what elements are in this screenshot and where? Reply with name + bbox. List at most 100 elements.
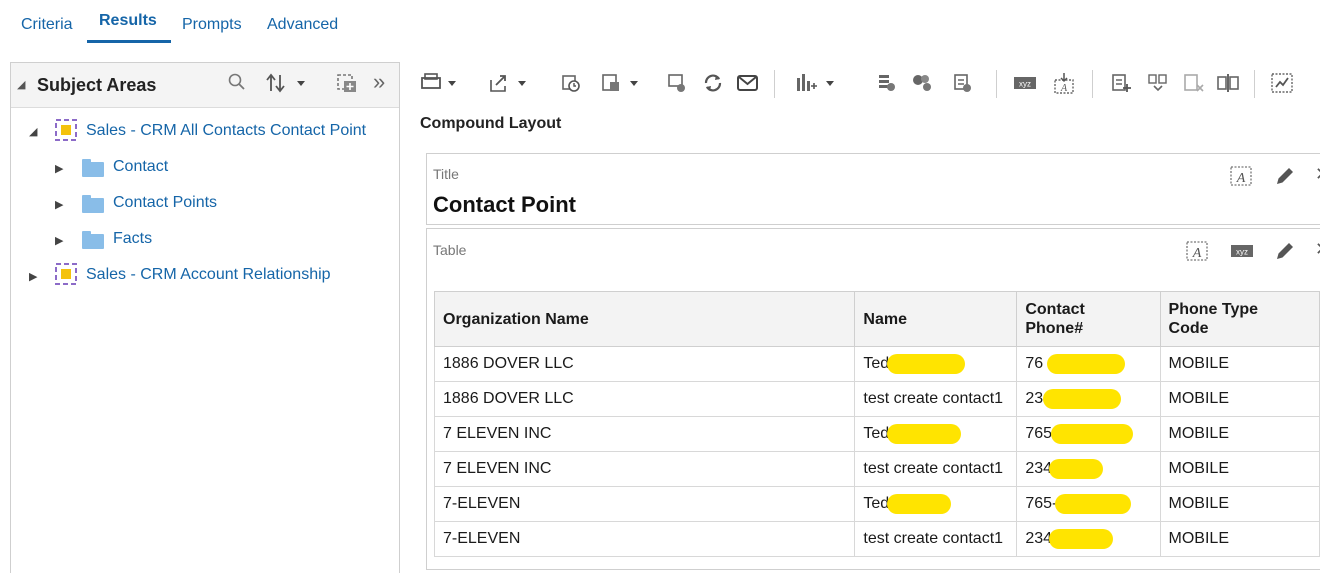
export-icon[interactable] — [488, 72, 530, 99]
redaction-mark — [1043, 389, 1122, 409]
column-header-phone-type-label: Phone Type Code — [1168, 301, 1259, 337]
redaction-mark — [1049, 459, 1104, 479]
table-cell: MOBILE — [1159, 451, 1320, 487]
expanded-triangle-icon[interactable]: ◢ — [29, 125, 37, 138]
xyz-icon[interactable]: xyz — [1012, 72, 1038, 99]
cell-text: 76 — [1025, 355, 1044, 372]
collapsed-triangle-icon[interactable]: ▶ — [55, 162, 63, 175]
expand-panel-icon[interactable]: » — [373, 69, 385, 95]
collapsed-triangle-icon[interactable]: ▶ — [55, 198, 63, 211]
redaction-mark — [887, 424, 962, 444]
schedule-icon[interactable] — [560, 72, 582, 99]
tab-criteria[interactable]: Criteria — [21, 16, 73, 34]
edit-pencil-icon[interactable] — [1273, 164, 1297, 193]
email-icon[interactable] — [736, 72, 760, 99]
cell-text: 234 — [1025, 530, 1053, 547]
split-column-icon[interactable] — [1216, 72, 1240, 99]
collapse-panel-icon[interactable]: ◢ — [17, 78, 25, 91]
table-row: 1886 DOVER LLC Ted 76 MOBILE — [433, 346, 1320, 382]
column-header-phone-type-code[interactable]: Phone Type Code — [1159, 291, 1320, 347]
folder-icon — [82, 231, 104, 249]
refresh-icon[interactable] — [702, 72, 724, 99]
cell-text: Ted — [863, 495, 890, 512]
format-text-icon[interactable]: A — [1229, 164, 1253, 193]
tab-prompts[interactable]: Prompts — [182, 16, 242, 34]
xyz-icon[interactable]: xyz — [1229, 239, 1255, 268]
new-calculated-measure-icon[interactable] — [952, 72, 974, 99]
table-row: 7-ELEVEN test create contact1 234 MOBILE — [433, 521, 1320, 557]
tree-item-contact-points[interactable]: ▶ Contact Points — [11, 193, 399, 217]
print-icon[interactable] — [420, 72, 460, 99]
add-to-criteria-icon[interactable] — [335, 71, 359, 101]
tree-item-contact[interactable]: ▶ Contact — [11, 157, 399, 181]
table-row: 7 ELEVEN INC test create contact1 234 MO… — [433, 451, 1320, 487]
table-cell: test create contact1 — [854, 381, 1018, 417]
table-cell: 1886 DOVER LLC — [433, 346, 856, 382]
toolbar-separator — [996, 70, 997, 98]
table-cell: Ted — [854, 486, 1018, 522]
results-table: Organization Name Name Contact Phone# Ph… — [433, 291, 1320, 557]
svg-text:A: A — [1060, 83, 1068, 94]
edit-pencil-icon[interactable] — [1273, 239, 1297, 268]
toggle-chart-icon[interactable] — [1270, 72, 1296, 99]
close-view-icon[interactable]: ✕ — [1315, 164, 1320, 185]
compound-layout-label: Compound Layout — [420, 115, 562, 132]
remove-column-icon[interactable] — [1182, 72, 1206, 99]
table-cell: test create contact1 — [854, 521, 1018, 557]
properties-icon[interactable] — [666, 72, 688, 99]
format-text-icon[interactable]: A — [1185, 239, 1209, 268]
table-cell: 23 — [1016, 381, 1161, 417]
tab-advanced[interactable]: Advanced — [267, 16, 338, 34]
column-header-organization-name[interactable]: Organization Name — [433, 291, 856, 347]
results-toolbar: xyz A — [412, 62, 1320, 106]
add-column-icon[interactable] — [1110, 72, 1134, 99]
tree-item-sales-crm-all-contacts[interactable]: ◢ Sales - CRM All Contacts Contact Point — [11, 119, 399, 145]
subject-area-icon — [55, 263, 77, 285]
redaction-mark — [1049, 529, 1114, 549]
table-cell: MOBILE — [1159, 486, 1320, 522]
redaction-mark — [887, 494, 952, 514]
table-cell: 7-ELEVEN — [433, 521, 856, 557]
table-cell: 7-ELEVEN — [433, 486, 856, 522]
table-cell: test create contact1 — [854, 451, 1018, 487]
tree-item-facts[interactable]: ▶ Facts — [11, 229, 399, 253]
svg-text:A: A — [1192, 246, 1202, 261]
column-header-contact-phone[interactable]: Contact Phone# — [1016, 291, 1161, 347]
close-view-icon[interactable]: ✕ — [1315, 239, 1320, 260]
column-props-icon[interactable] — [1146, 72, 1170, 99]
table-cell: MOBILE — [1159, 346, 1320, 382]
toolbar-separator — [774, 70, 775, 98]
subject-area-icon — [55, 119, 77, 141]
edit-analysis-icon[interactable] — [600, 72, 644, 99]
calculated-item-icon[interactable] — [910, 72, 936, 99]
table-cell: 234 — [1016, 521, 1161, 557]
table-view-caption: Table — [433, 242, 467, 258]
table-cell: MOBILE — [1159, 381, 1320, 417]
table-cell: MOBILE — [1159, 521, 1320, 557]
tree-item-label: Sales - CRM Account Relationship — [86, 266, 331, 283]
cell-text: 23 — [1025, 390, 1044, 407]
new-view-icon[interactable] — [794, 72, 840, 99]
table-cell: 765- — [1016, 486, 1161, 522]
toolbar-separator — [1092, 70, 1093, 98]
svg-text:xyz: xyz — [1236, 248, 1248, 257]
search-icon[interactable] — [227, 71, 247, 99]
collapsed-triangle-icon[interactable]: ▶ — [55, 234, 63, 247]
sort-icon[interactable] — [265, 71, 311, 101]
title-view[interactable]: Title A ✕ Contact Point — [426, 153, 1320, 225]
folder-icon — [82, 195, 104, 213]
results-tabs: Criteria Results Prompts Advanced — [0, 0, 1320, 48]
create-group-icon[interactable] — [876, 72, 898, 99]
report-title: Contact Point — [433, 192, 576, 217]
column-header-name[interactable]: Name — [854, 291, 1018, 347]
redaction-mark — [887, 354, 966, 374]
insert-text-icon[interactable]: A — [1052, 72, 1076, 99]
column-header-contact-phone-label: Contact Phone# — [1025, 301, 1085, 337]
table-cell: 7 ELEVEN INC — [433, 451, 856, 487]
tab-results[interactable]: Results — [99, 12, 157, 30]
tree-item-sales-crm-account-relationship[interactable]: ▶ Sales - CRM Account Relationship — [11, 263, 399, 289]
folder-icon — [82, 159, 104, 177]
table-cell: MOBILE — [1159, 416, 1320, 452]
collapsed-triangle-icon[interactable]: ▶ — [29, 270, 37, 283]
table-row: 7 ELEVEN INC Ted 765 MOBILE — [433, 416, 1320, 452]
